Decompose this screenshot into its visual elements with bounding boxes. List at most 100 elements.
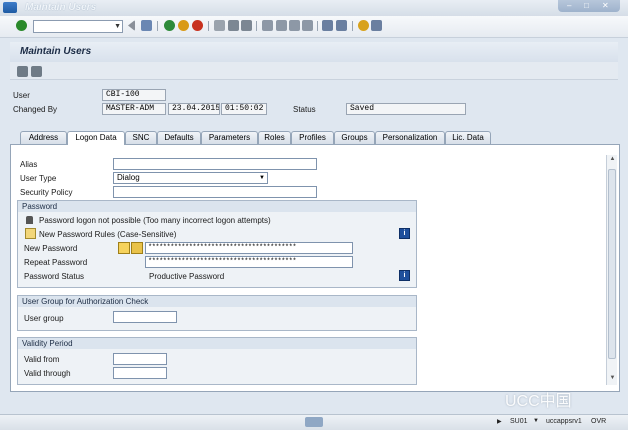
changed-date-field: 23.04.2015 xyxy=(168,103,220,115)
authorization-group: User Group for Authorization Check User … xyxy=(17,295,417,331)
user-type-select[interactable]: Dialog ▼ xyxy=(113,172,268,184)
authorization-group-title: User Group for Authorization Check xyxy=(18,296,416,307)
toolbar-separator xyxy=(352,21,353,31)
password-group-title: Password xyxy=(18,201,416,212)
find-next-icon[interactable] xyxy=(241,20,252,31)
minimize-icon[interactable]: – xyxy=(567,1,571,10)
scroll-up-icon[interactable]: ▲ xyxy=(608,156,617,165)
back-arrow-icon[interactable] xyxy=(128,20,135,31)
user-group-input[interactable] xyxy=(113,311,177,323)
enter-icon[interactable] xyxy=(16,20,27,31)
key-icon[interactable] xyxy=(131,242,143,254)
maximize-icon[interactable]: □ xyxy=(584,1,589,10)
watermark: UCC中国 xyxy=(505,393,572,410)
toolbar-separator xyxy=(208,21,209,31)
chevron-down-icon[interactable]: ▼ xyxy=(114,23,121,30)
application-toolbar xyxy=(10,62,618,80)
last-page-icon[interactable] xyxy=(302,20,313,31)
previous-page-icon[interactable] xyxy=(276,20,287,31)
save-icon[interactable] xyxy=(141,20,152,31)
toolbar-separator xyxy=(317,21,318,31)
info-icon[interactable]: i xyxy=(399,228,410,239)
password-status-label: Password Status xyxy=(24,272,85,281)
exit-icon[interactable] xyxy=(178,20,189,31)
tab-address[interactable]: Address xyxy=(20,131,67,144)
find-icon[interactable] xyxy=(228,20,239,31)
generate-password-icon[interactable] xyxy=(118,242,130,254)
validity-period-group: Validity Period Valid from Valid through xyxy=(17,337,417,385)
repeat-password-label: Repeat Password xyxy=(24,258,88,267)
vertical-scrollbar[interactable]: ▲ ▼ xyxy=(606,155,617,385)
next-page-icon[interactable] xyxy=(289,20,300,31)
repeat-password-input[interactable]: **************************************** xyxy=(145,256,353,268)
logon-data-panel: Alias User Type Dialog ▼ Security Policy… xyxy=(10,144,620,392)
window-title: Maintain Users xyxy=(25,2,97,13)
layout-menu-icon[interactable] xyxy=(371,20,382,31)
tab-logon-data[interactable]: Logon Data xyxy=(67,131,125,145)
help-icon[interactable] xyxy=(358,20,369,31)
password-rules-icon[interactable] xyxy=(25,228,36,239)
changed-time-field: 01:50:02 xyxy=(221,103,267,115)
chevron-down-icon[interactable]: ▼ xyxy=(533,418,539,424)
status-mode: OVR xyxy=(591,418,607,425)
first-page-icon[interactable] xyxy=(262,20,273,31)
tab-snc[interactable]: SNC xyxy=(125,131,157,144)
tab-roles[interactable]: Roles xyxy=(258,131,291,144)
valid-from-label: Valid from xyxy=(24,355,60,364)
page-title: Maintain Users xyxy=(20,46,92,57)
cancel-icon[interactable] xyxy=(192,20,203,31)
tab-profiles[interactable]: Profiles xyxy=(291,131,334,144)
chevron-down-icon[interactable]: ▼ xyxy=(259,173,265,183)
status-label: Status xyxy=(293,105,316,114)
toolbar-separator xyxy=(157,21,158,31)
back-icon[interactable] xyxy=(164,20,175,31)
system-toolbar: ▼ xyxy=(0,16,628,38)
user-type-label: User Type xyxy=(20,174,57,183)
security-policy-label: Security Policy xyxy=(20,188,73,197)
lock-icon xyxy=(26,216,33,224)
user-field: CBI-100 xyxy=(102,89,166,101)
tab-parameters[interactable]: Parameters xyxy=(201,131,258,144)
valid-from-input[interactable] xyxy=(113,353,167,365)
tab-personalization[interactable]: Personalization xyxy=(375,131,445,144)
display-icon[interactable] xyxy=(31,66,42,77)
changed-by-field: MASTER-ADM xyxy=(102,103,166,115)
status-server: uccappsrv1 xyxy=(546,418,582,425)
new-password-input[interactable]: **************************************** xyxy=(145,242,353,254)
new-password-label: New Password xyxy=(24,244,78,253)
tab-lic-data[interactable]: Lic. Data xyxy=(445,131,491,144)
print-icon[interactable] xyxy=(214,20,225,31)
user-type-value: Dialog xyxy=(117,173,140,182)
status-play-icon[interactable]: ▶ xyxy=(497,418,502,425)
toolbar-separator xyxy=(256,21,257,31)
window-titlebar: Maintain Users – □ ✕ xyxy=(0,0,628,16)
window-controls: – □ ✕ xyxy=(558,0,620,12)
tab-groups[interactable]: Groups xyxy=(334,131,375,144)
user-group-label: User group xyxy=(24,314,64,323)
alias-label: Alias xyxy=(20,160,38,169)
info-icon[interactable]: i xyxy=(399,270,410,281)
user-label: User xyxy=(13,91,30,100)
close-icon[interactable]: ✕ xyxy=(602,1,609,10)
password-message: Password logon not possible (Too many in… xyxy=(39,216,271,225)
tab-defaults[interactable]: Defaults xyxy=(157,131,201,144)
scroll-down-icon[interactable]: ▼ xyxy=(608,375,617,384)
changed-by-label: Changed By xyxy=(13,105,58,114)
status-field: Saved xyxy=(346,103,466,115)
status-transaction: SU01 xyxy=(510,418,528,425)
sap-logo-icon xyxy=(305,417,323,427)
change-icon[interactable] xyxy=(17,66,28,77)
valid-through-input[interactable] xyxy=(113,367,167,379)
sap-logo-icon xyxy=(3,2,17,13)
password-status-value: Productive Password xyxy=(149,272,225,281)
security-policy-input[interactable] xyxy=(113,186,317,198)
valid-through-label: Valid through xyxy=(24,369,71,378)
alias-input[interactable] xyxy=(113,158,317,170)
shortcut-icon[interactable] xyxy=(336,20,347,31)
status-bar: ▶ SU01 ▼ uccappsrv1 OVR xyxy=(0,414,628,430)
validity-period-title: Validity Period xyxy=(18,338,416,349)
create-session-icon[interactable] xyxy=(322,20,333,31)
scrollbar-thumb[interactable] xyxy=(608,169,616,359)
command-field[interactable]: ▼ xyxy=(33,20,123,33)
password-group: Password Password logon not possible (To… xyxy=(17,200,417,288)
